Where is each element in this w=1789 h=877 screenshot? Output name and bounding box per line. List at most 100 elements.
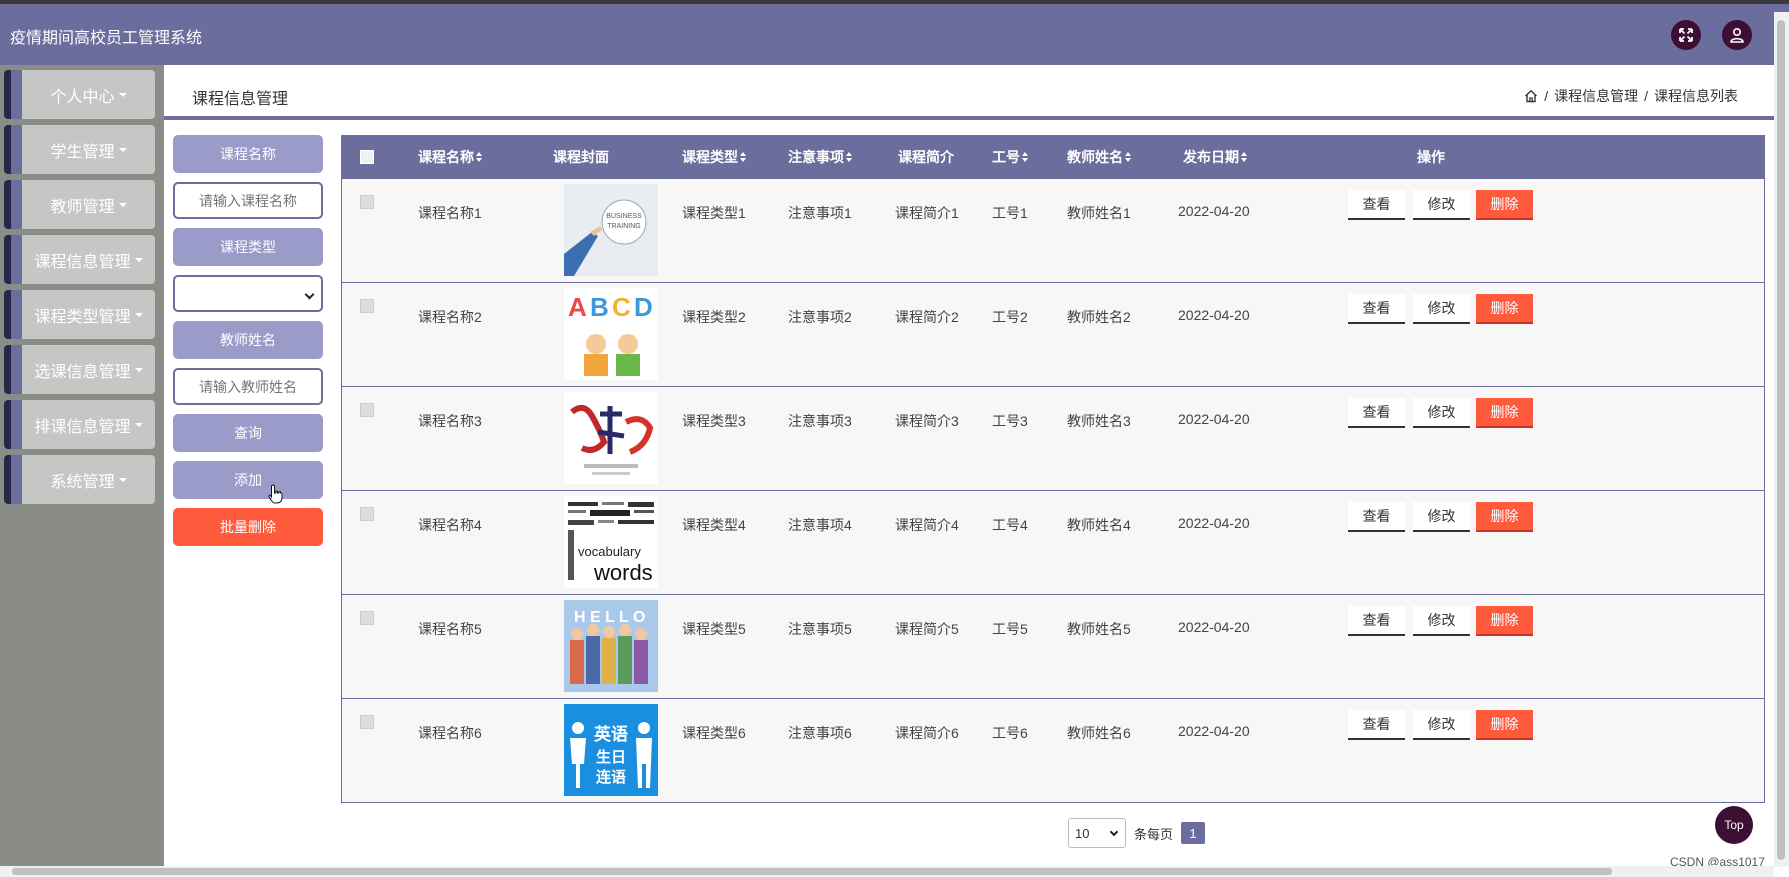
header-course-name[interactable]: 课程名称: [418, 136, 482, 178]
employee-id-cell: 工号3: [992, 413, 1028, 429]
header-course-cover: 课程封面: [553, 149, 609, 165]
table-row: 课程名称5 H E L L O 课程类型5 注意事项5 课程简介5 工号5 教师…: [342, 594, 1764, 698]
course-table: 课程名称 课程封面 课程类型 注意事项 课程简介 工号 教师姓名 发布日期 操作…: [341, 135, 1765, 803]
sidebar-item-student-management[interactable]: 学生管理: [4, 125, 155, 174]
row-checkbox[interactable]: [360, 403, 374, 417]
sidebar-item-teacher-management[interactable]: 教师管理: [4, 180, 155, 229]
sidebar-item-schedule-management[interactable]: 排课信息管理: [4, 400, 155, 449]
teacher-name-cell: 教师姓名1: [1067, 205, 1131, 221]
sort-icon: [846, 152, 852, 162]
sidebar-item-label: 系统管理: [50, 473, 115, 491]
course-name-label: 课程名称: [173, 135, 323, 173]
course-name-cell: 课程名称3: [418, 413, 482, 429]
sidebar-item-system-management[interactable]: 系统管理: [4, 455, 155, 504]
fullscreen-icon: [1679, 28, 1693, 42]
sidebar-item-label: 学生管理: [50, 143, 115, 161]
breadcrumb-level1[interactable]: 课程信息管理: [1554, 86, 1638, 106]
course-type-cell: 课程类型2: [682, 309, 746, 325]
caret-down-icon: [118, 202, 127, 207]
sidebar-item-course-type-management[interactable]: 课程类型管理: [4, 290, 155, 339]
delete-button[interactable]: 删除: [1476, 190, 1533, 220]
publish-date-cell: 2022-04-20: [1178, 515, 1250, 531]
home-icon[interactable]: [1524, 89, 1538, 103]
svg-text:H E L L O: H E L L O: [574, 609, 645, 626]
caret-down-icon: [118, 92, 127, 97]
row-checkbox[interactable]: [360, 715, 374, 729]
header-publish-date[interactable]: 发布日期: [1183, 136, 1247, 178]
view-button[interactable]: 查看: [1348, 294, 1405, 324]
view-button[interactable]: 查看: [1348, 710, 1405, 740]
user-button[interactable]: [1722, 20, 1752, 50]
horizontal-scrollbar[interactable]: [0, 866, 1774, 877]
edit-button[interactable]: 修改: [1413, 190, 1470, 220]
teacher-name-label: 教师姓名: [173, 321, 323, 359]
course-type-label: 课程类型: [173, 228, 323, 266]
delete-button[interactable]: 删除: [1476, 606, 1533, 636]
main-content: 课程信息管理 / 课程信息管理 / 课程信息列表 课程名称 课程类型 教师姓名 …: [164, 65, 1774, 865]
header-teacher-name[interactable]: 教师姓名: [1067, 136, 1131, 178]
header-actions: 操作: [1417, 149, 1445, 165]
caret-down-icon: [134, 367, 143, 372]
employee-id-cell: 工号2: [992, 309, 1028, 325]
teacher-name-cell: 教师姓名2: [1067, 309, 1131, 325]
delete-button[interactable]: 删除: [1476, 710, 1533, 740]
select-all-checkbox[interactable]: [360, 150, 374, 164]
intro-cell: 课程简介2: [895, 309, 959, 325]
notes-cell: 注意事项1: [788, 205, 852, 221]
course-name-cell: 课程名称6: [418, 725, 482, 741]
table-row: 课程名称3 课程类型3 注意事项3 课程简介3 工号3 教师姓名3 2022-0…: [342, 386, 1764, 490]
view-button[interactable]: 查看: [1348, 190, 1405, 220]
course-name-input[interactable]: [173, 182, 323, 219]
table-row: 课程名称2 A B C D 课程类型2 注意事项2 课程简介2 工号2 教师姓名…: [342, 282, 1764, 386]
edit-button[interactable]: 修改: [1413, 606, 1470, 636]
course-type-select[interactable]: [173, 275, 323, 312]
header-notes[interactable]: 注意事项: [788, 136, 852, 178]
row-checkbox[interactable]: [360, 507, 374, 521]
sidebar-item-label: 教师管理: [50, 198, 115, 216]
pagination: 10 条每页 1: [1068, 818, 1206, 848]
header-employee-id[interactable]: 工号: [992, 136, 1028, 178]
sidebar-item-enrollment-management[interactable]: 选课信息管理: [4, 345, 155, 394]
fullscreen-button[interactable]: [1671, 20, 1701, 50]
caret-down-icon: [118, 147, 127, 152]
batch-delete-button[interactable]: 批量删除: [173, 508, 323, 546]
sidebar-item-label: 排课信息管理: [34, 418, 131, 436]
back-to-top-button[interactable]: Top: [1715, 806, 1753, 844]
course-cover-image: vocabulary words: [564, 496, 658, 588]
delete-button[interactable]: 删除: [1476, 294, 1533, 324]
page-size-select[interactable]: 10: [1068, 818, 1126, 848]
view-button[interactable]: 查看: [1348, 398, 1405, 428]
sort-icon: [740, 152, 746, 162]
view-button[interactable]: 查看: [1348, 606, 1405, 636]
caret-down-icon: [134, 422, 143, 427]
view-button[interactable]: 查看: [1348, 502, 1405, 532]
sidebar-item-label: 个人中心: [50, 88, 115, 106]
sidebar-item-course-info-management[interactable]: 课程信息管理: [4, 235, 155, 284]
employee-id-cell: 工号6: [992, 725, 1028, 741]
delete-button[interactable]: 删除: [1476, 502, 1533, 532]
breadcrumb: / 课程信息管理 / 课程信息列表: [1524, 86, 1738, 106]
delete-button[interactable]: 删除: [1476, 398, 1533, 428]
teacher-name-input[interactable]: [173, 368, 323, 405]
page-title: 课程信息管理: [192, 91, 289, 108]
edit-button[interactable]: 修改: [1413, 294, 1470, 324]
add-button[interactable]: 添加: [173, 461, 323, 499]
svg-text:B: B: [590, 292, 609, 322]
edit-button[interactable]: 修改: [1413, 710, 1470, 740]
row-checkbox[interactable]: [360, 611, 374, 625]
row-checkbox[interactable]: [360, 195, 374, 209]
course-name-cell: 课程名称2: [418, 309, 482, 325]
edit-button[interactable]: 修改: [1413, 398, 1470, 428]
search-button[interactable]: 查询: [173, 414, 323, 452]
edit-button[interactable]: 修改: [1413, 502, 1470, 532]
svg-text:words: words: [593, 560, 653, 585]
svg-text:生日: 生日: [596, 748, 626, 766]
row-checkbox[interactable]: [360, 299, 374, 313]
vertical-scrollbar[interactable]: [1774, 12, 1789, 867]
course-name-cell: 课程名称1: [418, 205, 482, 221]
sidebar-item-personal-center[interactable]: 个人中心: [4, 70, 155, 119]
page-size-value: 10: [1075, 825, 1090, 841]
page-number-button[interactable]: 1: [1181, 822, 1206, 844]
header-course-type[interactable]: 课程类型: [682, 136, 746, 178]
filter-panel: 课程名称 课程类型 教师姓名 查询 添加 批量删除: [173, 135, 323, 555]
